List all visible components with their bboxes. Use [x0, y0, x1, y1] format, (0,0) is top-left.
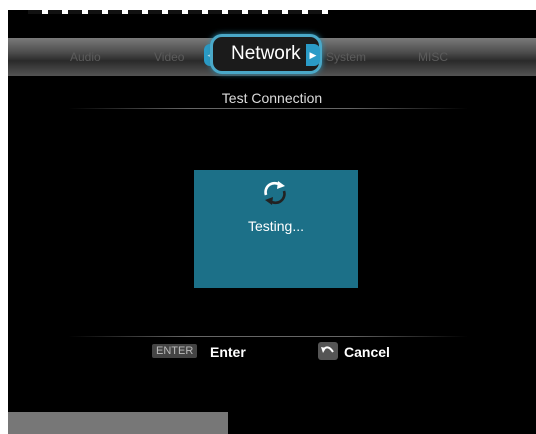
cancel-button[interactable]: Cancel [344, 344, 390, 360]
title-divider [68, 108, 468, 109]
tab-system[interactable]: System [326, 38, 366, 76]
tab-video[interactable]: Video [154, 38, 184, 76]
tab-right-arrow-icon[interactable]: ▶ [306, 44, 320, 66]
enter-button[interactable]: Enter [210, 344, 246, 360]
tab-bar: Audio Video ◀ Network ▶ System MISC [8, 34, 536, 76]
bottom-status-bar [8, 412, 228, 434]
tab-audio[interactable]: Audio [70, 38, 101, 76]
tab-network[interactable]: Network [210, 34, 322, 74]
screen: Audio Video ◀ Network ▶ System MISC Test… [8, 10, 536, 434]
back-icon [318, 342, 338, 360]
refresh-icon [264, 181, 286, 205]
enter-key-badge: ENTER [152, 344, 198, 358]
footer-divider [68, 336, 468, 337]
tab-misc[interactable]: MISC [418, 38, 448, 76]
test-connection-dialog: Testing... [194, 170, 358, 288]
footer-hints: ENTER Enter Cancel [8, 342, 536, 362]
top-dotted-strip [28, 10, 328, 14]
page-title: Test Connection [221, 90, 323, 106]
status-text: Testing... [247, 218, 305, 234]
